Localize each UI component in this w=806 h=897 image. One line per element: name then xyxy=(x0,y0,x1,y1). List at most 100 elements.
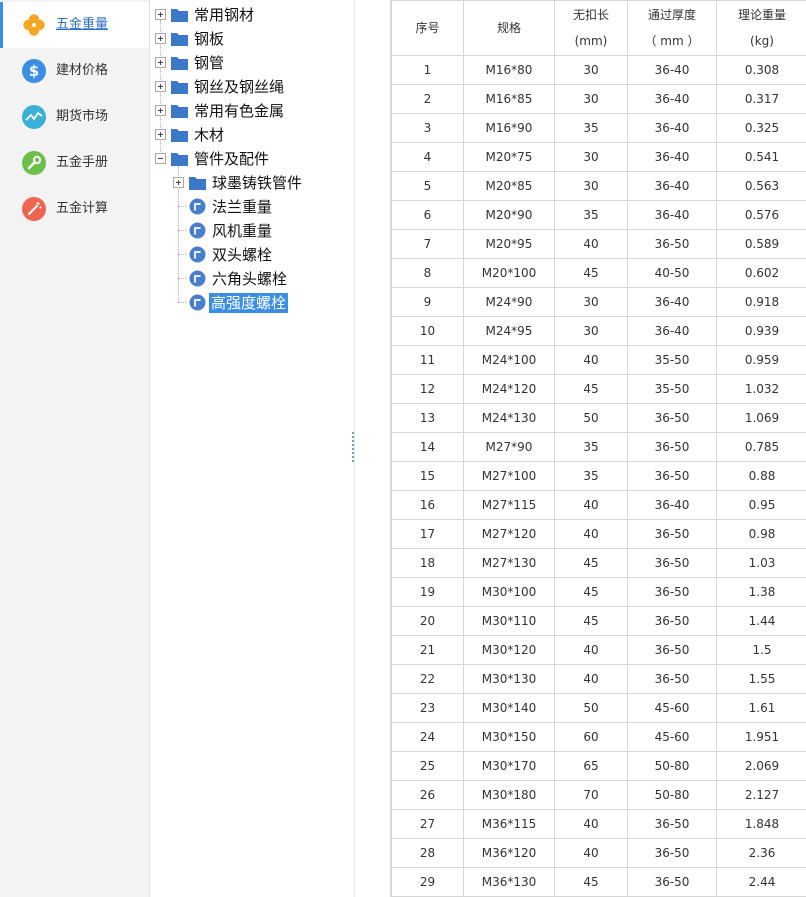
cell-spec: M24*90 xyxy=(463,287,555,317)
tree-node-flange-weight[interactable]: 法兰重量 xyxy=(150,196,350,218)
cell-index: 29 xyxy=(391,867,464,897)
tree-node-steel-plate[interactable]: 钢板 xyxy=(150,28,350,50)
cell-unthreaded-length: 45 xyxy=(554,374,628,404)
cell-unthreaded-length: 45 xyxy=(554,548,628,578)
header-spec: 规格 xyxy=(463,0,555,56)
cell-index: 28 xyxy=(391,838,464,868)
header-line1: 规格 xyxy=(496,21,521,35)
nav-item-material-price[interactable]: $ 建材价格 xyxy=(0,48,149,94)
collapse-toggle[interactable] xyxy=(155,153,166,164)
expand-toggle[interactable] xyxy=(155,129,166,140)
cell-weight: 0.918 xyxy=(716,287,806,317)
folder-icon xyxy=(171,7,188,22)
cell-index: 5 xyxy=(391,171,464,201)
tree-node-common-steel[interactable]: 常用钢材 xyxy=(150,4,350,26)
cell-weight: 0.317 xyxy=(716,84,806,114)
tree-node-fittings[interactable]: 管件及配件 xyxy=(150,148,350,170)
cell-weight: 1.069 xyxy=(716,403,806,433)
cell-weight: 0.308 xyxy=(716,55,806,85)
cell-unthreaded-length: 45 xyxy=(554,606,628,636)
cell-index: 17 xyxy=(391,519,464,549)
cell-spec: M24*120 xyxy=(463,374,555,404)
table-row: 27 M36*115 40 36-50 1.848 xyxy=(391,809,806,839)
cell-grip-thickness: 36-50 xyxy=(627,229,717,259)
cell-weight: 0.325 xyxy=(716,113,806,143)
expand-toggle[interactable] xyxy=(173,177,184,188)
cell-unthreaded-length: 50 xyxy=(554,693,628,723)
table-row: 6 M20*90 35 36-40 0.576 xyxy=(391,200,806,230)
cell-spec: M30*150 xyxy=(463,722,555,752)
cell-index: 10 xyxy=(391,316,464,346)
cell-index: 8 xyxy=(391,258,464,288)
table-row: 4 M20*75 30 36-40 0.541 xyxy=(391,142,806,172)
magic-wand-icon xyxy=(22,197,46,221)
cell-weight: 2.44 xyxy=(716,867,806,897)
nav-item-futures-market[interactable]: 期货市场 xyxy=(0,94,149,140)
cell-index: 9 xyxy=(391,287,464,317)
tree-node-nonferrous-metal[interactable]: 常用有色金属 xyxy=(150,100,350,122)
cell-index: 25 xyxy=(391,751,464,781)
tree-node-label: 木材 xyxy=(194,126,225,144)
cell-unthreaded-length: 70 xyxy=(554,780,628,810)
tree-node-ductile-iron-fittings[interactable]: 球墨铸铁管件 xyxy=(150,172,350,194)
expand-toggle[interactable] xyxy=(155,57,166,68)
cell-unthreaded-length: 30 xyxy=(554,84,628,114)
cell-grip-thickness: 36-40 xyxy=(627,84,717,114)
expand-toggle[interactable] xyxy=(155,9,166,20)
cell-grip-thickness: 36-50 xyxy=(627,403,717,433)
table-row: 25 M30*170 65 50-80 2.069 xyxy=(391,751,806,781)
cell-weight: 0.576 xyxy=(716,200,806,230)
expand-toggle[interactable] xyxy=(155,81,166,92)
cell-weight: 1.38 xyxy=(716,577,806,607)
cell-grip-thickness: 36-40 xyxy=(627,200,717,230)
cell-unthreaded-length: 40 xyxy=(554,838,628,868)
tree-node-steel-wire[interactable]: 钢丝及钢丝绳 xyxy=(150,76,350,98)
tree-node-timber[interactable]: 木材 xyxy=(150,124,350,146)
document-icon xyxy=(189,294,206,311)
cell-unthreaded-length: 40 xyxy=(554,664,628,694)
cell-unthreaded-length: 35 xyxy=(554,432,628,462)
weight-table: 序号 规格 无扣长 (mm) 通过厚度 （ mm ） 理论重量 (kg) 1 M16*8… xyxy=(391,0,806,897)
cell-index: 23 xyxy=(391,693,464,723)
header-unit: (mm) xyxy=(574,34,608,48)
cell-spec: M30*110 xyxy=(463,606,555,636)
table-row: 23 M30*140 50 45-60 1.61 xyxy=(391,693,806,723)
expand-toggle[interactable] xyxy=(155,33,166,44)
table-row: 13 M24*130 50 36-50 1.069 xyxy=(391,403,806,433)
cell-unthreaded-length: 40 xyxy=(554,635,628,665)
cell-weight: 0.98 xyxy=(716,519,806,549)
cell-unthreaded-length: 40 xyxy=(554,345,628,375)
cell-spec: M27*120 xyxy=(463,519,555,549)
table-header-row: 序号 规格 无扣长 (mm) 通过厚度 （ mm ） 理论重量 (kg) xyxy=(391,0,806,56)
cell-spec: M24*130 xyxy=(463,403,555,433)
tree-node-steel-pipe[interactable]: 钢管 xyxy=(150,52,350,74)
nav-item-hardware-calc[interactable]: 五金计算 xyxy=(0,186,149,232)
cell-weight: 1.951 xyxy=(716,722,806,752)
cell-spec: M27*100 xyxy=(463,461,555,491)
header-line1: 理论重量 xyxy=(737,8,786,22)
cell-grip-thickness: 40-50 xyxy=(627,258,717,288)
weight-table-container[interactable]: 序号 规格 无扣长 (mm) 通过厚度 （ mm ） 理论重量 (kg) 1 M16*8… xyxy=(390,0,806,897)
nav-item-hardware-manual[interactable]: 五金手册 xyxy=(0,140,149,186)
cell-grip-thickness: 45-60 xyxy=(627,722,717,752)
expand-toggle[interactable] xyxy=(155,105,166,116)
dollar-icon: $ xyxy=(22,59,46,83)
cell-spec: M20*90 xyxy=(463,200,555,230)
cell-weight: 1.44 xyxy=(716,606,806,636)
nav-item-hardware-weight[interactable]: 五金重量 xyxy=(0,2,149,48)
cell-unthreaded-length: 45 xyxy=(554,258,628,288)
tree-node-hex-bolt[interactable]: 六角头螺栓 xyxy=(150,268,350,290)
cell-weight: 0.602 xyxy=(716,258,806,288)
table-row: 22 M30*130 40 36-50 1.55 xyxy=(391,664,806,694)
tree-node-double-end-bolt[interactable]: 双头螺栓 xyxy=(150,244,350,266)
table-row: 7 M20*95 40 36-50 0.589 xyxy=(391,229,806,259)
tree-node-fan-weight[interactable]: 风机重量 xyxy=(150,220,350,242)
cell-grip-thickness: 36-50 xyxy=(627,461,717,491)
pane-splitter[interactable] xyxy=(351,432,355,466)
table-row: 1 M16*80 30 36-40 0.308 xyxy=(391,55,806,85)
cell-spec: M30*140 xyxy=(463,693,555,723)
header-unit: （ mm ） xyxy=(644,34,700,48)
cell-spec: M27*115 xyxy=(463,490,555,520)
cell-unthreaded-length: 30 xyxy=(554,316,628,346)
tree-node-high-strength-bolt[interactable]: 高强度螺栓 xyxy=(150,292,350,314)
